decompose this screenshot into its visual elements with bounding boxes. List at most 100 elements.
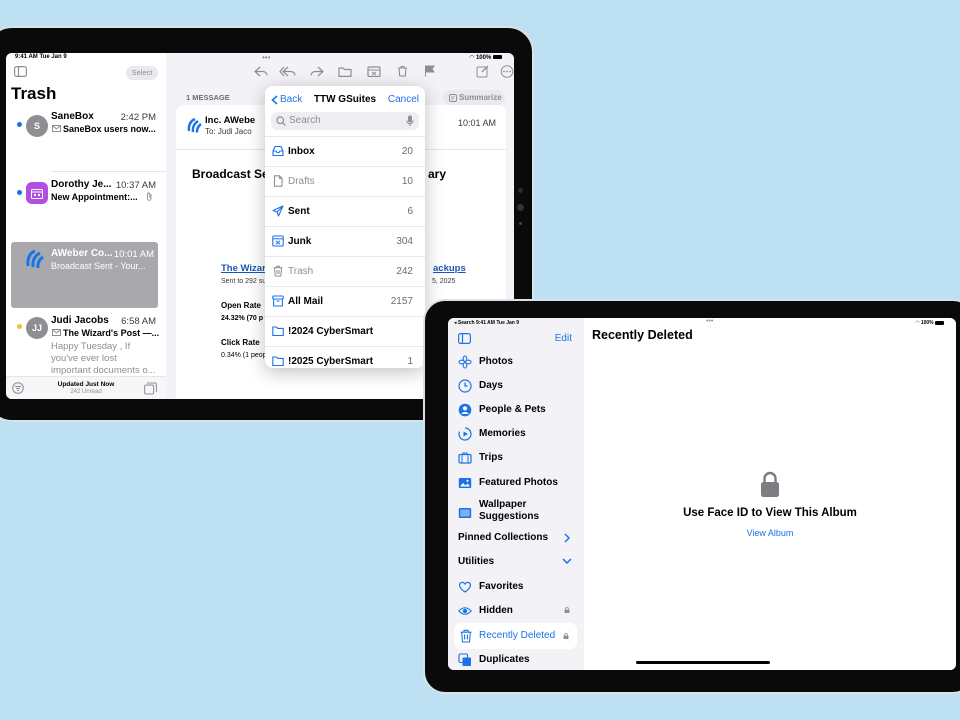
message-preview-line: important documents o... bbox=[51, 365, 156, 376]
sidebar-item-favorites[interactable]: Favorites bbox=[448, 576, 584, 598]
wallpaper-icon bbox=[458, 508, 472, 518]
newsletter-link-end[interactable]: ackups bbox=[433, 263, 466, 274]
reply-icon[interactable] bbox=[254, 66, 268, 77]
envelope-icon bbox=[52, 329, 61, 336]
folder-count: 1 bbox=[407, 356, 413, 367]
album-content: ••• ◠ 100% Recently Deleted Use Face ID … bbox=[584, 318, 956, 670]
junk-icon bbox=[272, 235, 284, 247]
sidebar-item-label: Duplicates bbox=[479, 654, 530, 665]
message-sender-name: Inc. AWebe bbox=[205, 115, 256, 126]
image-icon bbox=[458, 478, 472, 488]
unread-dot bbox=[17, 190, 22, 195]
folder-name: Trash bbox=[288, 266, 314, 277]
sidebar-item-label: Days bbox=[479, 380, 503, 391]
folder-row-trash[interactable]: Trash 242 bbox=[265, 256, 425, 287]
pinned-collections-header[interactable]: Pinned Collections bbox=[448, 527, 584, 549]
folder-row-all-mail[interactable]: All Mail 2157 bbox=[265, 286, 425, 317]
camera-dot bbox=[518, 188, 523, 193]
folder-count: 6 bbox=[407, 206, 413, 217]
person-icon bbox=[458, 403, 472, 417]
junk-icon[interactable] bbox=[367, 66, 381, 77]
message-subject: SaneBox users now... bbox=[63, 124, 156, 134]
reply-all-icon[interactable] bbox=[279, 66, 296, 77]
forward-icon[interactable] bbox=[310, 66, 324, 77]
folder-name: Sent bbox=[288, 206, 310, 217]
flag-icon[interactable] bbox=[424, 65, 435, 77]
section-title: Utilities bbox=[458, 556, 495, 567]
sidebar-item-days[interactable]: Days bbox=[448, 375, 584, 397]
folder-icon bbox=[272, 356, 284, 367]
utilities-header[interactable]: Utilities bbox=[448, 551, 584, 573]
trash-icon[interactable] bbox=[397, 65, 408, 77]
compose-icon[interactable] bbox=[476, 65, 489, 78]
move-folder-icon[interactable] bbox=[338, 66, 352, 77]
more-icon[interactable] bbox=[500, 65, 514, 78]
wifi-icon: ◠ bbox=[469, 55, 475, 61]
multitasking-dots[interactable]: ••• bbox=[706, 318, 713, 325]
search-icon bbox=[276, 116, 286, 126]
sidebar-item-featured-photos[interactable]: Featured Photos bbox=[448, 472, 584, 494]
photos-icon bbox=[458, 355, 472, 369]
cancel-button[interactable]: Cancel bbox=[388, 94, 419, 105]
edit-button[interactable]: Edit bbox=[555, 333, 572, 344]
calendar-app-avatar bbox=[26, 182, 48, 204]
album-title: Recently Deleted bbox=[592, 328, 693, 342]
folder-row-inbox[interactable]: Inbox 20 bbox=[265, 136, 425, 167]
calendar-icon bbox=[31, 188, 43, 199]
message-sender: Judi Jacobs bbox=[51, 315, 109, 326]
folder-row-cybersmart-2024[interactable]: !2024 CyberSmart bbox=[265, 316, 425, 347]
sidebar-item-people-pets[interactable]: People & Pets bbox=[448, 399, 584, 421]
multitasking-dots[interactable]: ••• bbox=[262, 53, 270, 62]
folder-row-junk[interactable]: Junk 304 bbox=[265, 226, 425, 257]
message-row[interactable]: Dorothy Je... 10:37 AM New Appointment:.… bbox=[6, 179, 166, 237]
home-indicator[interactable] bbox=[636, 661, 770, 664]
message-row[interactable]: S SaneBox 2:42 PM SaneBox users now... bbox=[6, 111, 166, 169]
message-row-selected[interactable]: AWeber Co... 10:01 AM Broadcast Sent - Y… bbox=[11, 242, 158, 308]
paperclip-icon bbox=[146, 192, 152, 201]
open-rate-label: Open Rate bbox=[221, 301, 262, 310]
select-button[interactable]: Select bbox=[126, 66, 158, 80]
lock-icon bbox=[761, 471, 779, 497]
aweber-logo-icon bbox=[187, 117, 202, 133]
view-album-button[interactable]: View Album bbox=[584, 528, 956, 538]
battery-percent: 100% bbox=[920, 320, 934, 326]
sent-date-text: 5, 2025 bbox=[432, 278, 456, 285]
paperplane-icon bbox=[272, 205, 284, 217]
sidebar-item-trips[interactable]: Trips bbox=[448, 447, 584, 469]
clock-icon bbox=[458, 379, 472, 393]
wifi-icon: ◠ bbox=[915, 320, 920, 326]
message-subject: New Appointment:... bbox=[51, 192, 138, 202]
duplicate-icon bbox=[458, 653, 471, 666]
newsletter-link[interactable]: The Wizard bbox=[221, 263, 272, 274]
suitcase-icon bbox=[458, 452, 472, 464]
microphone-icon[interactable] bbox=[406, 115, 414, 127]
message-preview-line: you've ever lost bbox=[51, 353, 117, 364]
mailbox-sidebar: 9:41 AM Tue Jan 9 Select Trash S SaneBox… bbox=[6, 53, 167, 399]
message-subject-heading: Broadcast Se bbox=[192, 167, 269, 181]
message-time: 2:42 PM bbox=[120, 112, 156, 123]
sidebar-item-duplicates[interactable]: Duplicates bbox=[448, 649, 584, 670]
message-subject: Broadcast Sent - Your... bbox=[51, 261, 146, 271]
sidebar-item-hidden[interactable]: Hidden bbox=[448, 600, 584, 622]
compose-stack-icon[interactable] bbox=[144, 382, 157, 395]
sidebar-item-wallpaper-suggestions[interactable]: Wallpaper Suggestions bbox=[448, 498, 584, 528]
message-preview-line: Happy Tuesday , If bbox=[51, 341, 131, 352]
folder-row-cybersmart-2025[interactable]: !2025 CyberSmart 1 bbox=[265, 346, 425, 368]
folder-row-sent[interactable]: Sent 6 bbox=[265, 196, 425, 227]
message-count: 1 MESSAGE bbox=[186, 93, 230, 102]
folder-count: 2157 bbox=[390, 296, 413, 307]
sent-to-text: Sent to 292 su bbox=[221, 278, 267, 285]
folder-count: 304 bbox=[396, 236, 413, 247]
sidebar-item-photos[interactable]: Photos bbox=[448, 351, 584, 373]
sidebar-toggle-icon[interactable] bbox=[14, 66, 27, 77]
tray-icon bbox=[272, 145, 284, 157]
sidebar-item-memories[interactable]: Memories bbox=[448, 423, 584, 445]
flag-dot bbox=[17, 324, 22, 329]
folder-row-drafts[interactable]: Drafts 10 bbox=[265, 166, 425, 197]
search-input[interactable]: Search bbox=[271, 112, 419, 130]
summarize-icon bbox=[449, 94, 457, 102]
sidebar-item-recently-deleted[interactable]: Recently Deleted bbox=[454, 623, 577, 649]
summarize-button[interactable]: Summarize bbox=[443, 90, 505, 105]
folder-icon bbox=[272, 326, 284, 337]
sidebar-toggle-icon[interactable] bbox=[458, 333, 471, 344]
